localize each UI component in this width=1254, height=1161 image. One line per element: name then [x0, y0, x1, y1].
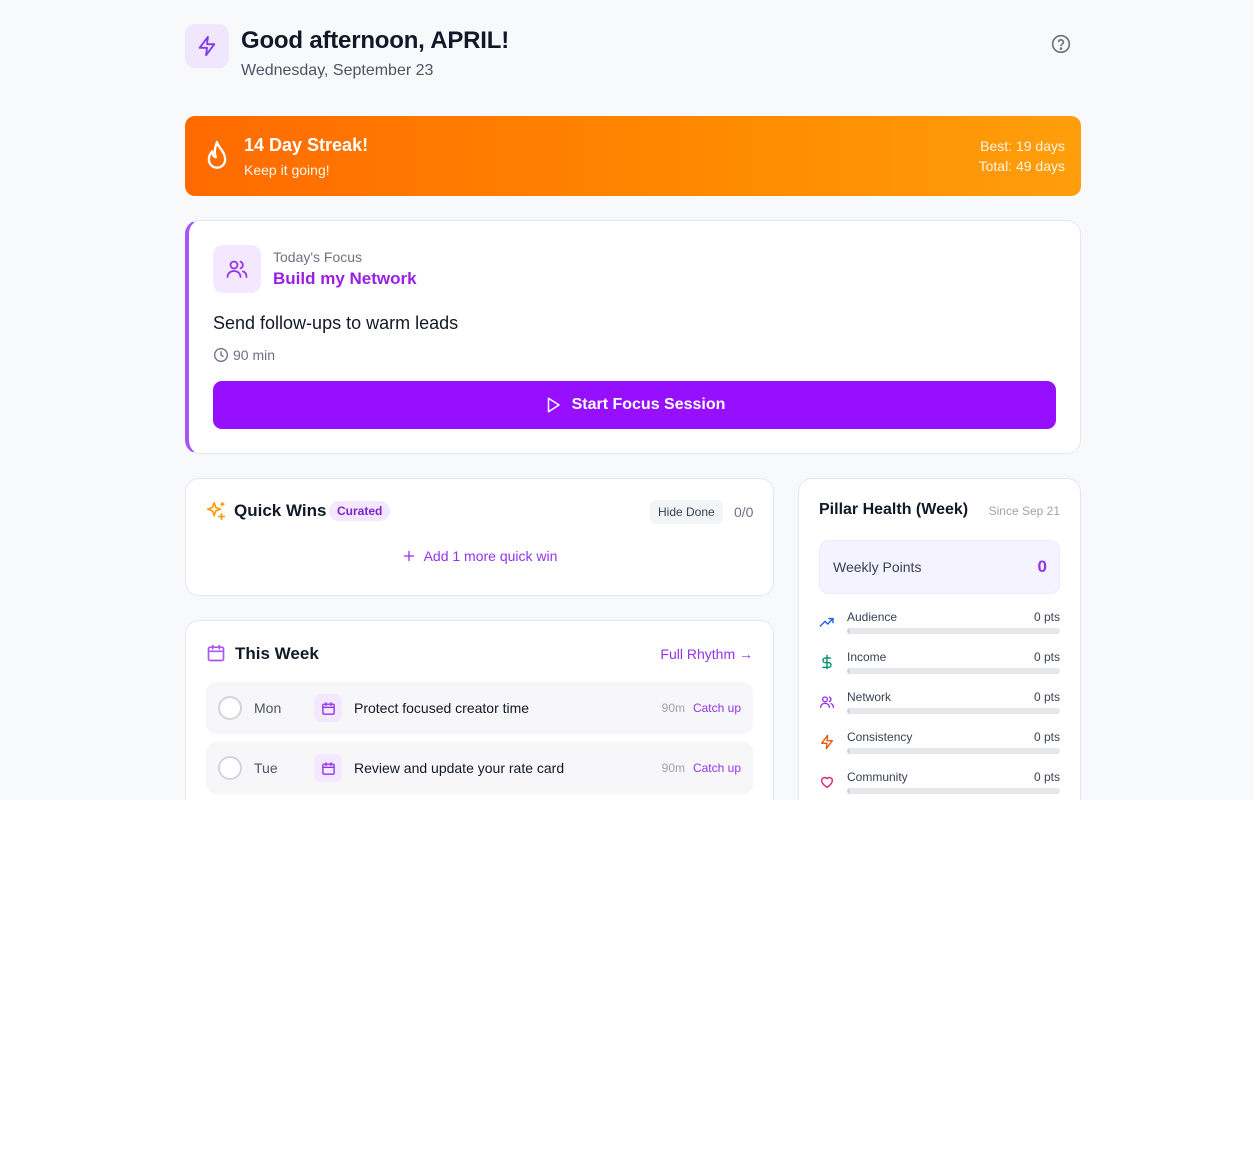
pillar-name: Network — [847, 690, 892, 704]
pillar-points: 0 pts — [1033, 770, 1060, 784]
sparkles-icon — [206, 501, 226, 521]
focus-pillar: Build my Network — [273, 269, 417, 288]
calendar-icon — [314, 694, 342, 722]
streak-subtitle: Keep it going! — [244, 162, 330, 178]
current-date: Wednesday, September 23 — [241, 62, 434, 79]
pillar-name: Community — [847, 770, 908, 784]
flame-icon — [207, 140, 227, 169]
pillar-name: Audience — [847, 610, 898, 624]
pillar-progress-fill — [847, 628, 850, 634]
row-task: Review and update your rate card — [354, 760, 565, 776]
focus-duration-text: 90 min — [233, 347, 276, 363]
streak-title: 14 Day Streak! — [244, 135, 369, 155]
dollar-icon — [822, 654, 832, 670]
pillar-points: 0 pts — [1033, 610, 1060, 624]
this-week-title: This Week — [235, 644, 319, 663]
pillar-row-consistency: Consistency 0 pts — [819, 730, 1060, 760]
pillar-row-network: Network 0 pts — [819, 690, 1060, 720]
catch-up-link[interactable]: Catch up — [693, 761, 741, 775]
start-focus-session-label: Start Focus Session — [571, 396, 726, 413]
catch-up-link[interactable]: Catch up — [693, 701, 741, 715]
row-task: Protect focused creator time — [354, 700, 530, 716]
clock-icon — [214, 348, 228, 362]
add-quick-win-label: Add 1 more quick win — [423, 548, 558, 564]
pillar-progress-bar — [847, 628, 1060, 634]
users-icon — [213, 245, 261, 293]
calendar-icon — [314, 754, 342, 782]
bolt-icon — [821, 734, 833, 750]
weekly-points-value: 0 — [1037, 557, 1047, 576]
quick-wins-card: Quick Wins Curated Hide Done 0/0 Add 1 m… — [185, 478, 774, 596]
row-minutes: 90m — [661, 701, 685, 715]
row-day: Tue — [254, 760, 278, 776]
pillar-points: 0 pts — [1033, 650, 1060, 664]
focus-task: Send follow-ups to warm leads — [213, 313, 459, 333]
play-icon — [547, 397, 560, 413]
todays-focus-card: Today's Focus Build my Network Send foll… — [185, 220, 1081, 454]
weekly-points-label: Weekly Points — [833, 559, 922, 575]
app-logo-icon — [185, 24, 229, 68]
pillar-name: Income — [847, 650, 887, 664]
streak-banner: 14 Day Streak! Keep it going! Best: 19 d… — [185, 116, 1081, 196]
calendar-icon — [207, 644, 225, 662]
row-minutes: 90m — [661, 761, 685, 775]
pillar-progress-fill — [847, 708, 850, 714]
dashboard: Good afternoon, APRIL! Wednesday, Septem… — [0, 0, 1254, 800]
start-focus-session-button[interactable]: Start Focus Session — [213, 381, 1056, 429]
trending-up-icon — [819, 617, 834, 627]
curated-badge: Curated — [329, 501, 391, 521]
pillar-progress-fill — [847, 788, 850, 794]
pillar-points: 0 pts — [1033, 690, 1060, 704]
weekly-points-box: Weekly Points 0 — [819, 540, 1060, 594]
pillar-points: 0 pts — [1033, 730, 1060, 744]
users-icon — [820, 696, 834, 708]
this-week-card: This Week Full Rhythm → Mon Protect focu… — [185, 620, 774, 800]
complete-checkbox[interactable] — [218, 696, 242, 720]
pillar-row-audience: Audience 0 pts — [819, 610, 1060, 640]
quick-wins-count: 0/0 — [734, 504, 754, 520]
week-row: Tue Review and update your rate card 90m… — [206, 742, 753, 794]
plus-icon — [403, 550, 414, 562]
greeting-heading: Good afternoon, APRIL! — [241, 27, 510, 54]
pillar-progress-bar — [847, 788, 1060, 794]
pillar-health-title: Pillar Health (Week) — [819, 501, 969, 518]
help-icon[interactable] — [1050, 33, 1072, 55]
pillar-health-card: Pillar Health (Week) Since Sep 21 Weekly… — [798, 478, 1081, 800]
pillar-row-income: Income 0 pts — [819, 650, 1060, 680]
pillar-progress-bar — [847, 748, 1060, 754]
pillar-progress-fill — [847, 668, 850, 674]
heart-icon — [820, 776, 834, 789]
streak-total: Total: 49 days — [978, 158, 1065, 174]
focus-duration: 90 min — [213, 347, 275, 363]
pillar-progress-bar — [847, 668, 1060, 674]
complete-checkbox[interactable] — [218, 756, 242, 780]
hide-done-button[interactable]: Hide Done — [650, 500, 723, 524]
pillar-health-since: Since Sep 21 — [988, 504, 1060, 518]
add-quick-win-button[interactable]: Add 1 more quick win — [186, 548, 773, 564]
quick-wins-title: Quick Wins — [234, 501, 327, 520]
streak-best: Best: 19 days — [980, 138, 1065, 154]
focus-label: Today's Focus — [273, 249, 363, 265]
pillar-progress-fill — [847, 748, 850, 754]
pillar-progress-bar — [847, 708, 1060, 714]
week-row: Mon Protect focused creator time 90m Cat… — [206, 682, 753, 734]
pillar-row-community: Community 0 pts — [819, 770, 1060, 800]
full-rhythm-link[interactable]: Full Rhythm → — [660, 646, 753, 662]
row-day: Mon — [254, 700, 282, 716]
pillar-name: Consistency — [847, 730, 913, 744]
